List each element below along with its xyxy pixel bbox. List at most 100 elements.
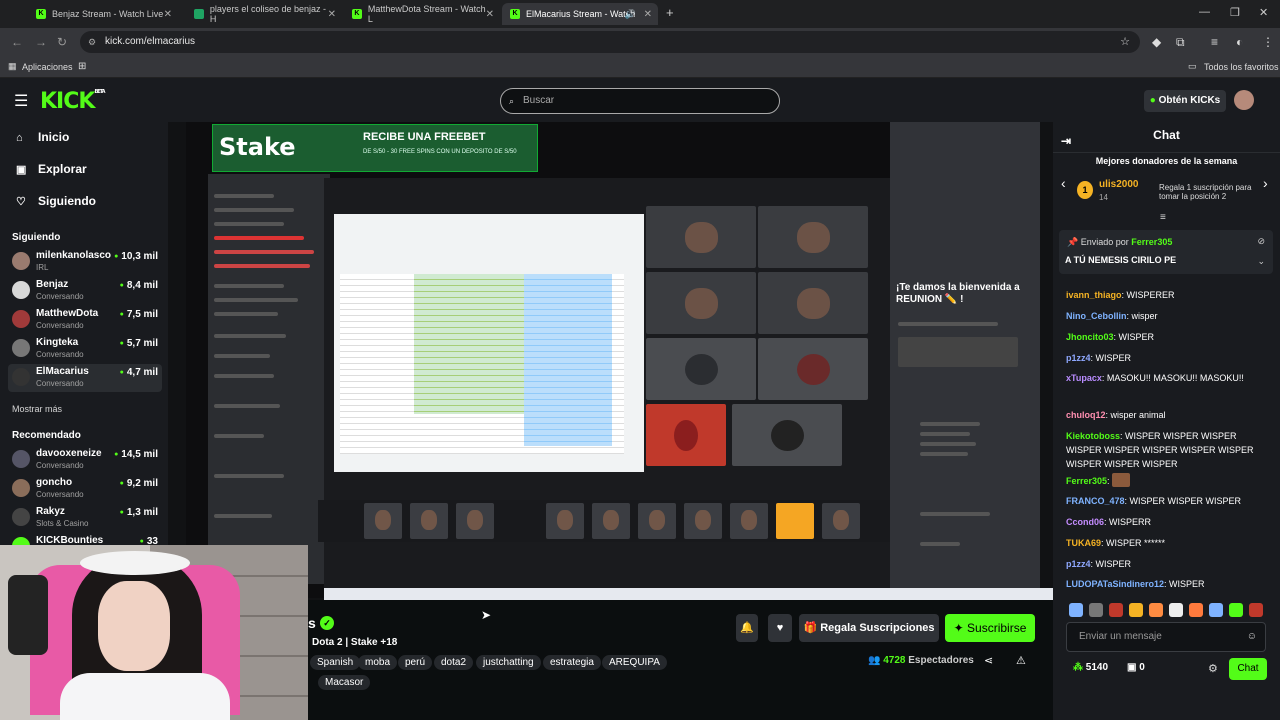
chat-username[interactable]: p1zz4 (1066, 353, 1091, 363)
bookmark-star-icon[interactable]: ☆ (1120, 31, 1130, 53)
close-tab-icon[interactable]: ✕ (328, 9, 336, 20)
puzzle-icon[interactable]: ⧉ (1176, 35, 1185, 50)
nav-explore[interactable]: ▣ Explorar (16, 162, 87, 176)
show-more-link[interactable]: Mostrar más (12, 404, 62, 414)
report-icon[interactable]: ⚠ (1016, 654, 1026, 667)
emote-icon[interactable] (1189, 603, 1203, 617)
extension-icon[interactable]: ◆ (1152, 35, 1161, 49)
follow-heart-button[interactable]: ♥ (768, 614, 792, 642)
sidebar-channel[interactable]: Rakyz Slots & Casino 1,3 mil (8, 504, 162, 532)
url-field[interactable]: ⚙ kick.com/elmacarius ☆ (80, 31, 1140, 53)
chat-input[interactable]: Enviar un mensaje ☺ (1066, 622, 1266, 652)
stream-tag[interactable]: AREQUIPA (602, 655, 667, 670)
collapse-chat-icon[interactable]: ⇥ (1061, 128, 1071, 154)
donor-name[interactable]: ulis2000 (1099, 179, 1138, 190)
stream-tag[interactable]: Macasor (318, 675, 371, 690)
maximize-icon[interactable]: ❐ (1230, 6, 1240, 19)
profile-icon[interactable]: ◐ (1236, 35, 1243, 49)
minimize-icon[interactable]: — (1199, 6, 1210, 18)
chat-username[interactable]: Ferrer305 (1066, 476, 1107, 486)
chat-username[interactable]: Nino_Cebollin (1066, 311, 1127, 321)
sidebar-channel[interactable]: Benjaz Conversando 8,4 mil (8, 277, 162, 305)
share-icon[interactable]: ⋖ (984, 654, 993, 667)
nav-home[interactable]: ⌂ Inicio (16, 130, 69, 144)
chat-username[interactable]: Kiekotoboss (1066, 431, 1120, 441)
pinned-message[interactable]: 📌 Enviado por Ferrer305 A TÚ NEMESIS CIR… (1059, 230, 1273, 274)
unpin-icon[interactable]: ⊘ (1257, 236, 1265, 247)
close-tab-icon[interactable]: ✕ (164, 9, 172, 20)
chat-username[interactable]: FRANCO_478 (1066, 496, 1125, 506)
chat-username[interactable]: chuloq12 (1066, 410, 1106, 420)
subscribe-button[interactable]: ✦ Suscribirse (945, 614, 1035, 642)
nav-following[interactable]: ♡ Siguiendo (16, 194, 96, 208)
send-chat-button[interactable]: Chat (1229, 658, 1267, 680)
notification-bell-button[interactable]: 🔔 (736, 614, 758, 642)
gift-subs-button[interactable]: 🎁 Regala Suscripciones (799, 614, 939, 642)
get-kicks-button[interactable]: ● Obtén KICKs (1144, 90, 1226, 112)
channel-line (214, 298, 298, 302)
chevron-right-icon[interactable]: › (1263, 175, 1268, 191)
emote-icon[interactable] (1249, 603, 1263, 617)
sidebar-channel[interactable]: davooxeneize Conversando 14,5 mil (8, 446, 162, 474)
emoji-icon[interactable]: ☺ (1247, 623, 1257, 651)
chat-username[interactable]: Ccond06 (1066, 517, 1104, 527)
pin-toggle-icon[interactable]: ≡ (1160, 212, 1166, 223)
close-window-icon[interactable]: ✕ (1259, 6, 1268, 19)
stream-tag[interactable]: estrategia (543, 655, 601, 670)
close-tab-icon[interactable]: ✕ (644, 9, 652, 20)
sidebar-channel[interactable]: ElMacarius Conversando 4,7 mil (8, 364, 162, 392)
forward-icon[interactable]: → (35, 35, 47, 49)
bookmark-apps[interactable]: Aplicaciones (22, 62, 73, 72)
emote-icon[interactable] (1169, 603, 1183, 617)
tab-groups-icon[interactable]: ⊞ (78, 61, 86, 72)
stream-tag[interactable]: dota2 (434, 655, 474, 670)
media-icon[interactable]: ≡ (1211, 35, 1218, 49)
sidebar-channel[interactable]: MatthewDota Conversando 7,5 mil (8, 306, 162, 334)
channel-name: Kingteka (36, 337, 79, 348)
chevron-left-icon[interactable]: ‹ (1061, 175, 1066, 191)
chat-username[interactable]: Jhoncito03 (1066, 332, 1114, 342)
gift-prompt[interactable]: Regala 1 suscripción para tomar la posic… (1159, 183, 1255, 201)
back-icon[interactable]: ← (11, 35, 23, 49)
user-avatar[interactable] (1234, 90, 1254, 110)
search-input[interactable]: ⌕ Buscar (500, 88, 780, 114)
chevron-down-icon[interactable]: ⌄ (1257, 256, 1265, 267)
site-info-icon[interactable]: ⚙ (88, 31, 96, 53)
channel-line (214, 264, 310, 268)
reload-icon[interactable]: ↻ (57, 35, 67, 49)
chat-username[interactable]: LUDOPATaSindinero12 (1066, 579, 1164, 589)
emote-icon[interactable] (1089, 603, 1103, 617)
new-tab-icon[interactable]: + (666, 5, 674, 20)
emote-icon[interactable] (1209, 603, 1223, 617)
stream-tag[interactable]: perú (398, 655, 433, 670)
browser-tab-matthewdota[interactable]: K MatthewDota Stream - Watch L ✕ (344, 3, 500, 25)
emote-icon[interactable] (1069, 603, 1083, 617)
chat-username[interactable]: xTupacx (1066, 373, 1102, 383)
verified-icon: ✓ (320, 616, 334, 630)
bookmark-all-favorites[interactable]: Todos los favoritos (1204, 62, 1279, 72)
browser-tab-elmacarius[interactable]: K ElMacarius Stream - Watch 🔊 ✕ (502, 3, 658, 25)
kick-logo[interactable]: KICKBETA (40, 89, 106, 114)
stream-category[interactable]: Dota 2 | Stake +18 (312, 637, 397, 648)
sidebar-channel[interactable]: Kingteka Conversando 5,7 mil (8, 335, 162, 363)
stream-tag[interactable]: Spanish (310, 655, 361, 670)
speaker-icon[interactable]: 🔊 (625, 9, 636, 20)
stream-tag[interactable]: justchatting (476, 655, 541, 670)
close-tab-icon[interactable]: ✕ (486, 9, 494, 20)
video-player[interactable]: Stake RECIBE UNA FREEBET DE S/50 - 30 FR… (168, 122, 1053, 600)
sidebar-channel[interactable]: goncho Conversando 9,2 mil (8, 475, 162, 503)
browser-tab-benjaz[interactable]: K Benjaz Stream - Watch Live ✕ (28, 3, 178, 25)
emote-icon[interactable] (1109, 603, 1123, 617)
stream-tag[interactable]: moba (358, 655, 398, 670)
browser-tab-sheets[interactable]: players el coliseo de benjaz - H ✕ (186, 3, 342, 25)
hamburger-menu-icon[interactable]: ☰ (14, 91, 28, 111)
settings-gear-icon[interactable]: ⚙ (1208, 662, 1218, 675)
emote-icon[interactable] (1129, 603, 1143, 617)
sidebar-channel[interactable]: milenkanolasco IRL 10,3 mil (8, 248, 162, 276)
emote-icon[interactable] (1229, 603, 1243, 617)
chat-username[interactable]: TUKA69 (1066, 538, 1101, 548)
chat-username[interactable]: ivann_thiago (1066, 290, 1122, 300)
chat-username[interactable]: p1zz4 (1066, 559, 1091, 569)
menu-icon[interactable]: ⋮ (1262, 35, 1274, 49)
emote-icon[interactable] (1149, 603, 1163, 617)
